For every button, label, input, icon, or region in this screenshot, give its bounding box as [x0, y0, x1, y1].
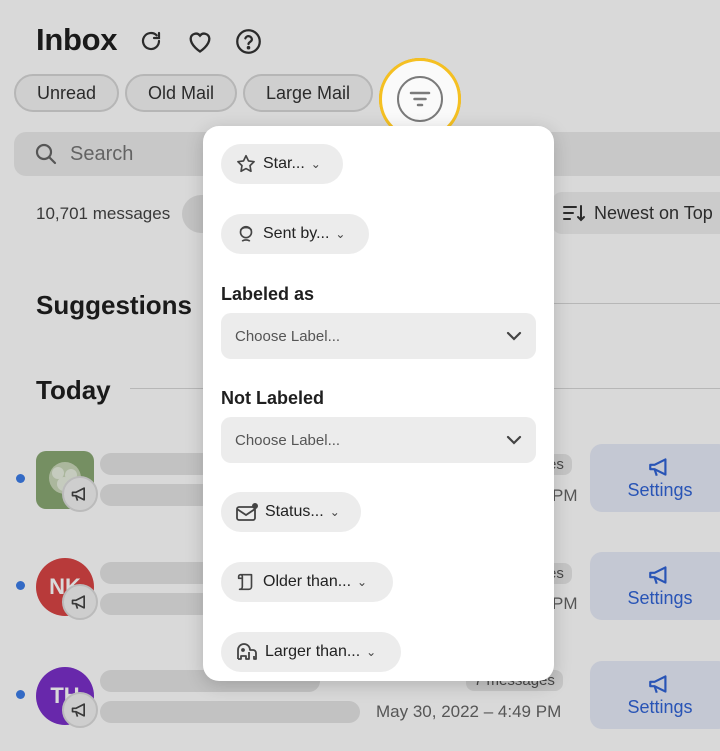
chevron-down-icon: ⌄	[335, 227, 346, 241]
labeled-as-heading: Labeled as	[221, 284, 315, 304]
labeled-as-value: Choose Label...	[235, 327, 341, 345]
chevron-down-icon	[506, 331, 522, 341]
scroll-icon	[237, 573, 253, 591]
status-filter-label: Status...	[265, 503, 324, 520]
filter-menu: Star... ⌄ Sent by... ⌄ Labeled as Choose…	[203, 126, 554, 681]
chevron-down-icon: ⌄	[366, 645, 377, 659]
starred-filter-label: Star...	[263, 155, 305, 172]
chevron-down-icon	[506, 435, 522, 445]
sent-by-filter-label: Sent by...	[263, 225, 330, 242]
filter-icon	[397, 76, 443, 122]
sent-by-filter[interactable]: Sent by... ⌄	[221, 214, 369, 254]
older-than-filter[interactable]: Older than... ⌄	[221, 562, 393, 602]
older-than-filter-label: Older than...	[263, 573, 352, 590]
elephant-icon	[237, 643, 257, 660]
inbox-page: Inbox Unread Old Mail Large Mail 10,701 …	[0, 0, 720, 751]
larger-than-filter-label: Larger than...	[265, 643, 361, 660]
chevron-down-icon: ⌄	[329, 505, 340, 519]
chevron-down-icon: ⌄	[310, 157, 321, 171]
envelope-status-icon	[236, 503, 258, 521]
status-filter[interactable]: Status... ⌄	[221, 492, 361, 532]
starred-filter[interactable]: Star... ⌄	[221, 144, 343, 184]
larger-than-filter[interactable]: Larger than... ⌄	[221, 632, 401, 672]
not-labeled-heading: Not Labeled	[221, 388, 325, 408]
labeled-as-select[interactable]: Choose Label...	[221, 313, 536, 359]
person-icon	[239, 225, 253, 242]
not-labeled-select[interactable]: Choose Label...	[221, 417, 536, 463]
star-icon	[237, 154, 255, 173]
chevron-down-icon: ⌄	[357, 575, 368, 589]
not-labeled-value: Choose Label...	[235, 431, 341, 449]
